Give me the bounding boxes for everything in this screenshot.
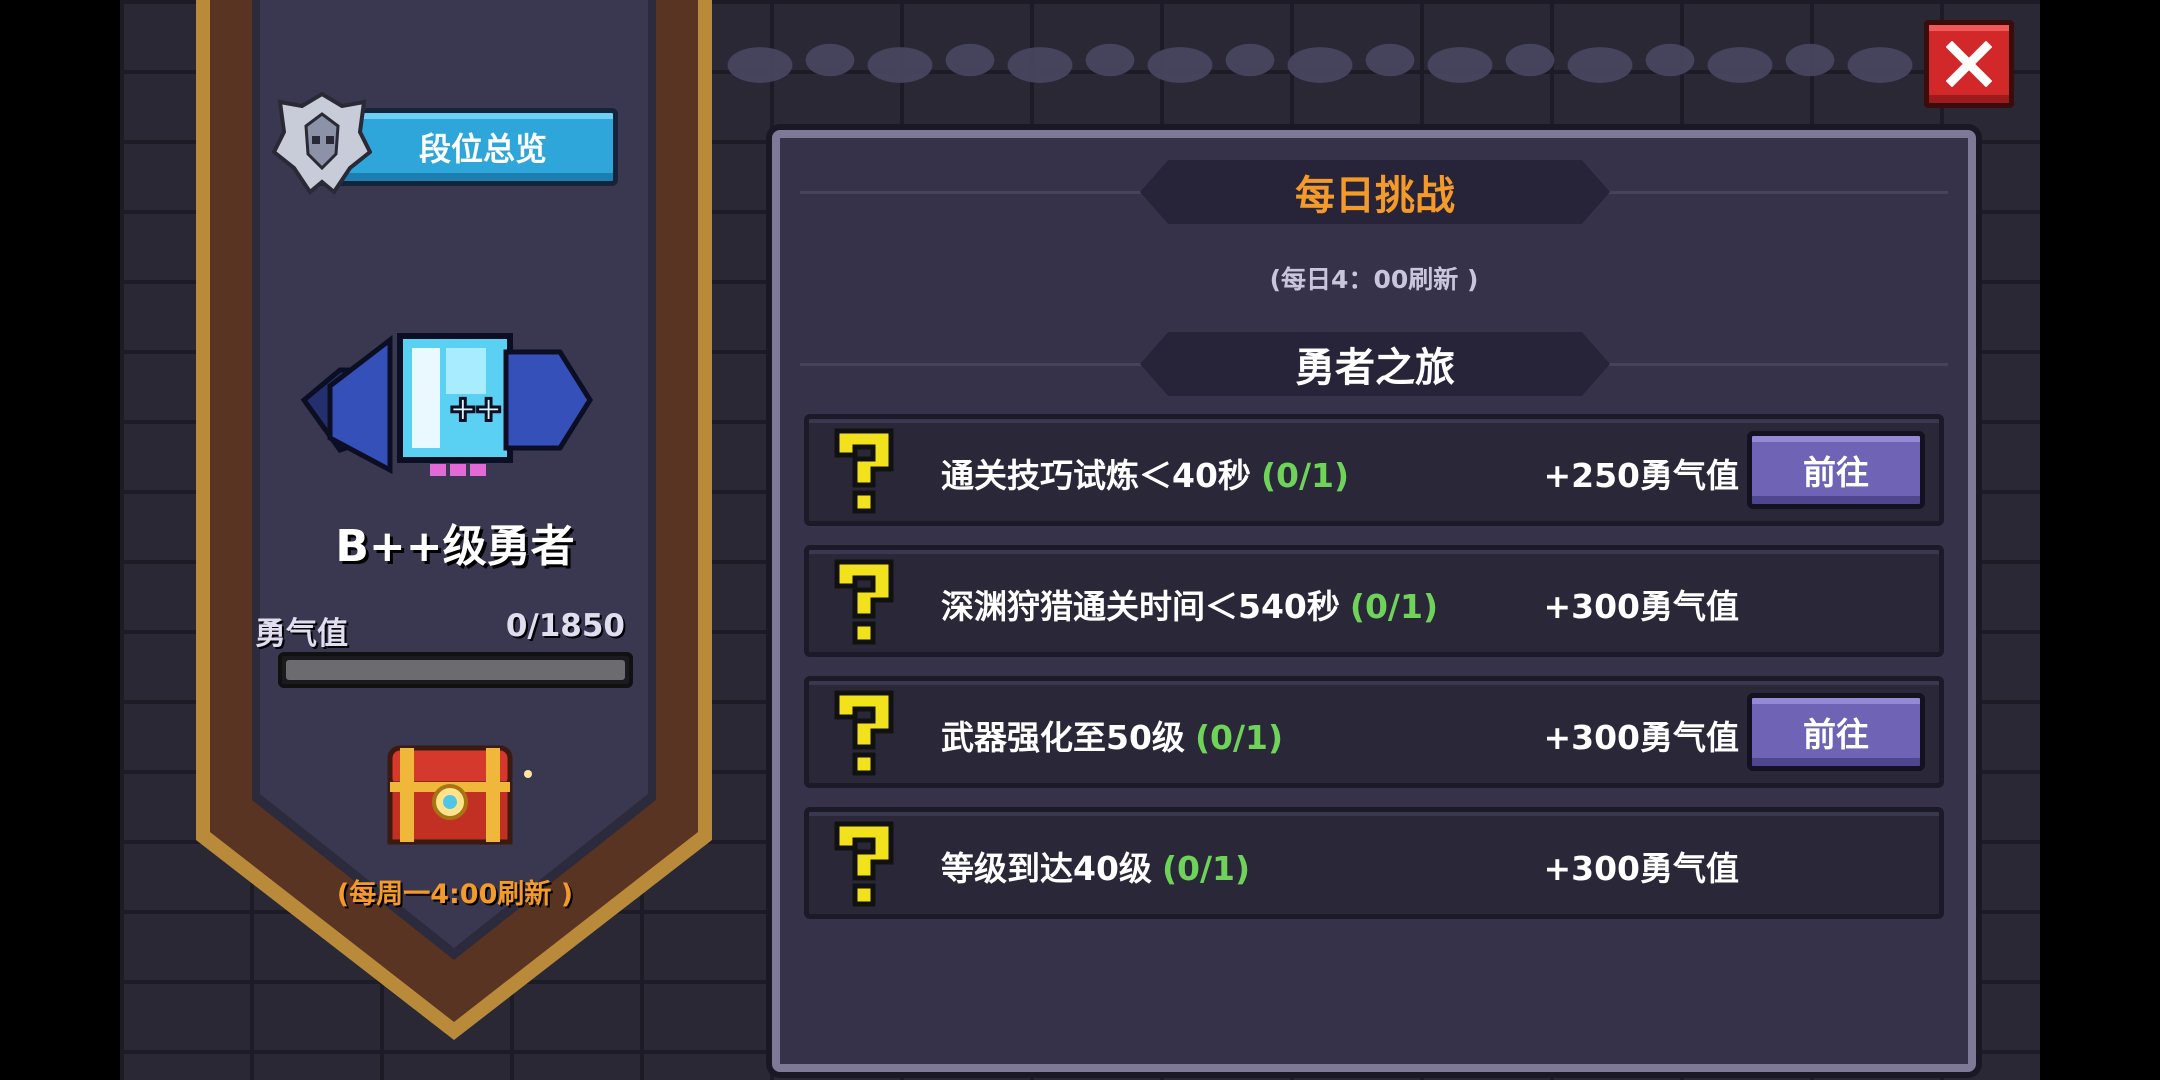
task-description: 等级到达40级 (0/1) bbox=[941, 842, 1250, 890]
task-progress: (0/1) bbox=[1194, 718, 1284, 757]
rank-emblem-icon bbox=[271, 91, 373, 196]
task-row: 等级到达40级 (0/1) +300勇气值 bbox=[804, 807, 1944, 919]
task-description: 通关技巧试炼＜40秒 (0/1) bbox=[941, 449, 1349, 497]
go-button-label: 前往 bbox=[1803, 453, 1869, 492]
daily-refresh-note: (每日4：00刷新 ) bbox=[1269, 265, 1479, 294]
task-text: 等级到达40级 bbox=[941, 849, 1152, 888]
task-reward: +300勇气值 bbox=[1543, 849, 1739, 888]
task-reward: +300勇气值 bbox=[1543, 587, 1739, 626]
question-mark-icon bbox=[834, 428, 894, 514]
go-button[interactable]: 前往 bbox=[1747, 693, 1925, 771]
task-reward: +250勇气值 bbox=[1543, 456, 1739, 495]
task-progress: (0/1) bbox=[1161, 849, 1251, 888]
go-button-label: 前往 bbox=[1803, 715, 1869, 754]
question-mark-icon bbox=[834, 690, 894, 776]
rank-badge-icon: ++ bbox=[300, 330, 600, 490]
rank-overview-label: 段位总览 bbox=[418, 130, 547, 168]
task-row: 武器强化至50级 (0/1) +300勇气值 前往 bbox=[804, 676, 1944, 788]
task-reward: +300勇气值 bbox=[1543, 718, 1739, 757]
journey-section-title: 勇者之旅 bbox=[1295, 345, 1455, 391]
task-row: 通关技巧试炼＜40秒 (0/1) +250勇气值 前往 bbox=[804, 414, 1944, 526]
courage-progress-bar bbox=[278, 652, 633, 688]
svg-text:++: ++ bbox=[450, 385, 501, 434]
task-description: 深渊狩猎通关时间＜540秒 (0/1) bbox=[941, 580, 1438, 628]
task-text: 通关技巧试炼＜40秒 bbox=[941, 456, 1251, 495]
journey-title-ribbon: 勇者之旅 bbox=[1140, 332, 1610, 396]
daily-challenge-title: 每日挑战 bbox=[1295, 173, 1455, 219]
treasure-chest-icon[interactable] bbox=[380, 740, 540, 850]
close-icon bbox=[1946, 41, 1992, 87]
go-button[interactable]: 前往 bbox=[1747, 431, 1925, 509]
task-description: 武器强化至50级 (0/1) bbox=[941, 711, 1283, 759]
question-mark-icon bbox=[834, 559, 894, 645]
courage-label: 勇气值 bbox=[255, 616, 348, 652]
task-text: 深渊狩猎通关时间＜540秒 bbox=[941, 587, 1340, 626]
task-progress: (0/1) bbox=[1260, 456, 1350, 495]
task-progress: (0/1) bbox=[1349, 587, 1439, 626]
task-text: 武器强化至50级 bbox=[941, 718, 1185, 757]
progress-track bbox=[286, 660, 625, 680]
weekly-refresh-note: (每周一4:00刷新 ) bbox=[336, 879, 574, 910]
wall-stones bbox=[720, 20, 1960, 110]
daily-title-ribbon: 每日挑战 bbox=[1140, 160, 1610, 224]
question-mark-icon bbox=[834, 821, 894, 907]
close-button[interactable] bbox=[1924, 20, 2014, 108]
rank-title: B++级勇者 bbox=[335, 521, 575, 572]
daily-challenge-panel: 每日挑战 (每日4：00刷新 ) 勇者之旅 通关技巧试炼＜40秒 (0/1) +2… bbox=[772, 130, 1976, 1072]
courage-value: 0/1850 bbox=[505, 608, 625, 644]
task-row: 深渊狩猎通关时间＜540秒 (0/1) +300勇气值 bbox=[804, 545, 1944, 657]
